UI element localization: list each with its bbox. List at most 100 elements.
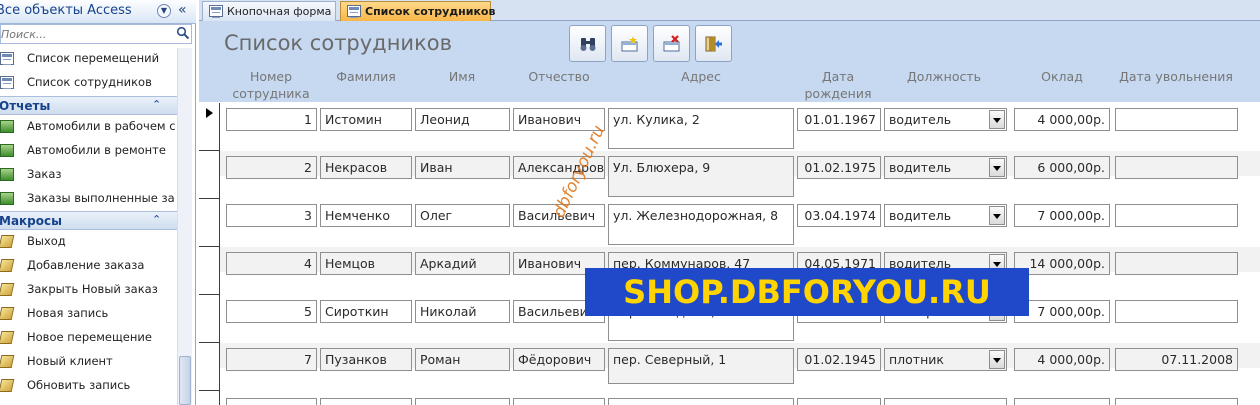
chevron-down-icon[interactable] bbox=[989, 350, 1005, 369]
patronymic-field[interactable]: Фёдорович bbox=[513, 348, 605, 371]
nav-item-label: Добавление заказа bbox=[27, 258, 145, 272]
record-selector-row[interactable] bbox=[199, 343, 220, 391]
form-icon bbox=[209, 5, 223, 18]
nav-item-macro[interactable]: Новое перемещение bbox=[0, 326, 176, 350]
employee-number-field[interactable]: 1 bbox=[226, 108, 317, 131]
macro-icon bbox=[0, 355, 15, 368]
salary-field[interactable]: 4 000,00р. bbox=[1014, 108, 1110, 131]
employee-number-field[interactable]: 2 bbox=[226, 156, 317, 179]
surname-field[interactable]: Сироткин bbox=[320, 300, 412, 323]
name-field[interactable]: Аркадий bbox=[415, 252, 510, 275]
salary-field[interactable] bbox=[1014, 398, 1110, 405]
dismissal-date-field[interactable] bbox=[1115, 398, 1238, 405]
dismissal-date-field[interactable] bbox=[1115, 204, 1238, 227]
record-selector-row[interactable] bbox=[199, 391, 220, 405]
nav-item-report[interactable]: Автомобили в рабочем с... bbox=[0, 115, 176, 139]
nav-item-label: Список сотрудников bbox=[27, 75, 152, 89]
employee-number-field[interactable]: 3 bbox=[226, 204, 317, 227]
address-field[interactable]: ул. Кулика, 2 bbox=[608, 108, 794, 149]
address-field[interactable]: пер. Северный, 1 bbox=[608, 348, 794, 384]
record-selector-row[interactable] bbox=[199, 151, 220, 199]
close-form-button[interactable] bbox=[695, 25, 732, 62]
collapse-pane-icon[interactable]: « bbox=[178, 2, 187, 18]
employee-number-field[interactable]: 4 bbox=[226, 252, 317, 275]
chevron-down-icon[interactable] bbox=[989, 110, 1005, 129]
nav-title[interactable]: Все объекты Access bbox=[0, 3, 132, 18]
search-icon[interactable] bbox=[176, 26, 190, 40]
birthdate-field[interactable] bbox=[797, 398, 881, 405]
address-field[interactable] bbox=[608, 398, 794, 405]
name-field[interactable]: Роман bbox=[415, 348, 510, 371]
patronymic-field[interactable] bbox=[513, 398, 605, 405]
tab-employees[interactable]: Список сотрудников bbox=[340, 1, 495, 21]
macro-icon bbox=[0, 259, 15, 272]
salary-field[interactable]: 6 000,00р. bbox=[1014, 156, 1110, 179]
nav-item-report[interactable]: Заказ bbox=[0, 163, 176, 187]
tab-switchboard[interactable]: Кнопочная форма bbox=[202, 1, 336, 21]
nav-header[interactable]: Все объекты Access ▼ « bbox=[0, 0, 196, 24]
nav-item-macro[interactable]: Новый клиент bbox=[0, 350, 176, 374]
form-icon bbox=[0, 76, 14, 89]
birthdate-field[interactable]: 03.04.1974 bbox=[797, 204, 881, 227]
salary-field[interactable]: 4 000,00р. bbox=[1014, 348, 1110, 371]
delete-record-button[interactable] bbox=[653, 25, 690, 62]
dismissal-date-field[interactable] bbox=[1115, 300, 1238, 323]
salary-field[interactable]: 7 000,00р. bbox=[1014, 204, 1110, 227]
employee-number-field[interactable] bbox=[226, 398, 317, 405]
search-input[interactable] bbox=[1, 25, 173, 43]
nav-item-report[interactable]: Автомобили в ремонте bbox=[0, 139, 176, 163]
nav-item-macro[interactable]: Закрыть Новый заказ bbox=[0, 278, 176, 302]
nav-group-macros[interactable]: Макросы ⌃ bbox=[0, 211, 177, 230]
record-selector-row[interactable] bbox=[199, 247, 220, 295]
surname-field[interactable]: Истомин bbox=[320, 108, 412, 131]
nav-item-macro[interactable]: Добавление заказа bbox=[0, 254, 176, 278]
employee-number-field[interactable]: 7 bbox=[226, 348, 317, 371]
name-field[interactable]: Николай bbox=[415, 300, 510, 323]
chevron-up-icon[interactable]: ⌃ bbox=[152, 98, 161, 111]
address-field[interactable]: ул. Железнодорожная, 8 bbox=[608, 204, 794, 245]
find-button[interactable] bbox=[569, 25, 606, 62]
nav-scrollbar[interactable] bbox=[177, 48, 192, 405]
name-field[interactable]: Иван bbox=[415, 156, 510, 179]
record-selector-row[interactable] bbox=[199, 103, 220, 151]
position-combo[interactable]: плотник bbox=[884, 348, 1007, 371]
surname-field[interactable]: Некрасов bbox=[320, 156, 412, 179]
macro-icon bbox=[0, 307, 15, 320]
dismissal-date-field[interactable] bbox=[1115, 156, 1238, 179]
record-selector-row[interactable] bbox=[199, 199, 220, 247]
surname-field[interactable] bbox=[320, 398, 412, 405]
address-field[interactable]: Ул. Блюхера, 9 bbox=[608, 156, 794, 197]
surname-field[interactable]: Немченко bbox=[320, 204, 412, 227]
chevron-down-icon[interactable] bbox=[989, 158, 1005, 177]
birthdate-field[interactable]: 01.02.1975 bbox=[797, 156, 881, 179]
new-record-button[interactable] bbox=[611, 25, 648, 62]
nav-item-macro[interactable]: Обновить запись bbox=[0, 374, 176, 398]
chevron-down-icon[interactable] bbox=[989, 206, 1005, 225]
name-field[interactable] bbox=[415, 398, 510, 405]
position-combo[interactable]: водитель bbox=[884, 204, 1007, 227]
birthdate-field[interactable]: 01.01.1967 bbox=[797, 108, 881, 131]
nav-group-reports[interactable]: Отчеты ⌃ bbox=[0, 96, 177, 115]
name-field[interactable]: Леонид bbox=[415, 108, 510, 131]
dismissal-date-field[interactable] bbox=[1115, 252, 1238, 275]
nav-item-macro[interactable]: Выход bbox=[0, 230, 176, 254]
record-selector-row[interactable] bbox=[199, 295, 220, 343]
nav-item-report[interactable]: Заказы выполненные за ... bbox=[0, 187, 176, 211]
position-combo[interactable]: водитель bbox=[884, 108, 1007, 131]
dismissal-date-field[interactable]: 07.11.2008 bbox=[1115, 348, 1238, 371]
surname-field[interactable]: Немцов bbox=[320, 252, 412, 275]
surname-field[interactable]: Пузанков bbox=[320, 348, 412, 371]
nav-item-macro[interactable]: Новая запись bbox=[0, 302, 176, 326]
birthdate-field[interactable]: 01.02.1945 bbox=[797, 348, 881, 371]
position-combo[interactable] bbox=[884, 398, 1007, 405]
dismissal-date-field[interactable] bbox=[1115, 108, 1238, 131]
report-icon bbox=[0, 168, 14, 181]
nav-item-form[interactable]: Список перемещений bbox=[0, 47, 176, 71]
chevron-down-icon[interactable]: ▼ bbox=[157, 4, 171, 18]
position-combo[interactable]: водитель bbox=[884, 156, 1007, 179]
employee-number-field[interactable]: 5 bbox=[226, 300, 317, 323]
chevron-up-icon[interactable]: ⌃ bbox=[152, 213, 161, 226]
name-field[interactable]: Олег bbox=[415, 204, 510, 227]
scrollbar-thumb[interactable] bbox=[179, 356, 191, 405]
nav-item-form[interactable]: Список сотрудников bbox=[0, 71, 176, 95]
